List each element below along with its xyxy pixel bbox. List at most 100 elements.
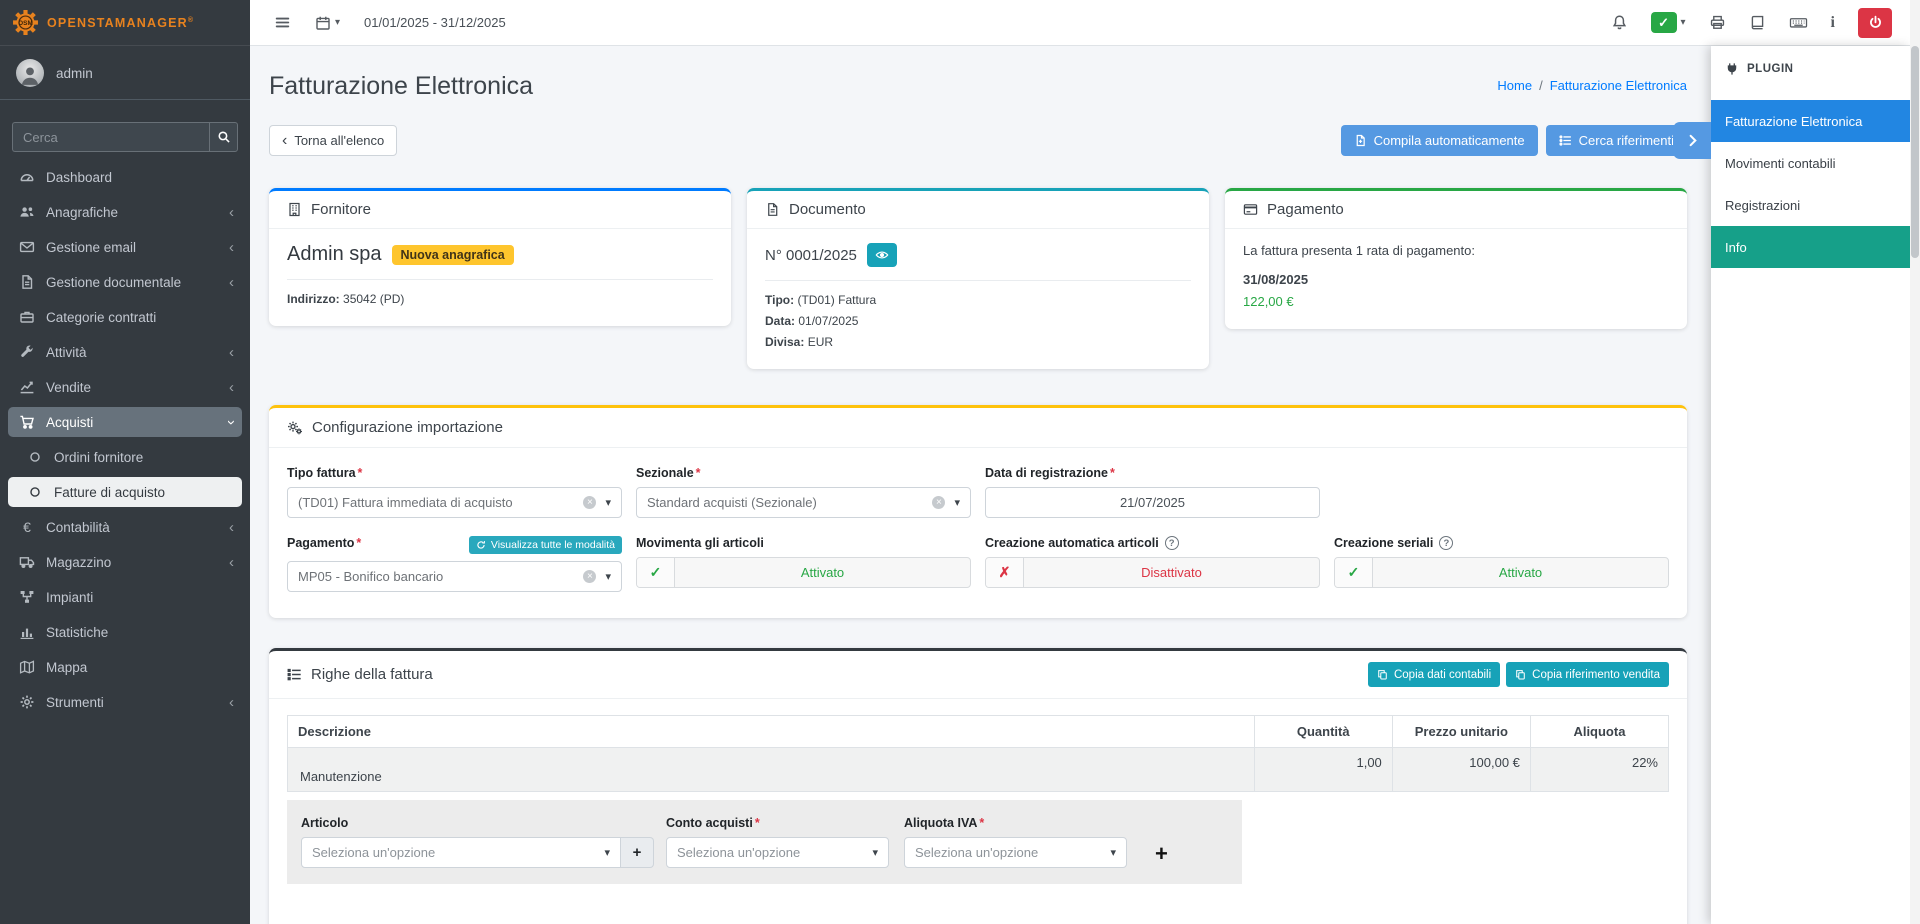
sidebar-divider bbox=[0, 99, 250, 100]
purchase-account-select[interactable]: Seleziona un'opzione ▾ bbox=[666, 837, 889, 868]
app-root: OSM OpenSTAManager® admin Dashboard bbox=[0, 0, 1920, 924]
topbar-left: ▾ 01/01/2025 - 31/12/2025 bbox=[274, 14, 506, 31]
sidebar-item-ordini-fornitore[interactable]: Ordini fornitore bbox=[8, 442, 242, 472]
date-range[interactable]: 01/01/2025 - 31/12/2025 bbox=[364, 15, 506, 30]
document-card-body: N° 0001/2025 Tipo: (TD01) Fattura Data: … bbox=[747, 229, 1209, 369]
topbar: ▾ 01/01/2025 - 31/12/2025 ✓ ▾ i bbox=[250, 0, 1920, 46]
scrollbar-thumb[interactable] bbox=[1911, 46, 1919, 258]
caret-down-icon: ▾ bbox=[605, 496, 611, 509]
registration-date-input[interactable] bbox=[985, 487, 1320, 518]
topbar-right: ✓ ▾ i bbox=[1611, 8, 1892, 38]
copy-sale-reference-button[interactable]: Copia riferimento vendita bbox=[1506, 662, 1669, 687]
chevron-left-icon: ‹ bbox=[282, 133, 287, 149]
breadcrumb-separator: / bbox=[1539, 78, 1543, 93]
view-xml-button[interactable] bbox=[867, 243, 897, 267]
import-config-section: Configurazione importazione Tipo fattura… bbox=[269, 405, 1687, 618]
article-select[interactable]: Seleziona un'opzione ▾ bbox=[301, 837, 621, 868]
print-button[interactable] bbox=[1709, 14, 1726, 31]
search-input[interactable] bbox=[12, 122, 209, 152]
add-article-button[interactable]: + bbox=[621, 837, 654, 868]
sidebar-item-categorie-contratti[interactable]: Categorie contratti bbox=[8, 302, 242, 332]
notifications-button[interactable] bbox=[1611, 14, 1628, 31]
system-status-button[interactable]: ✓ ▾ bbox=[1651, 12, 1686, 33]
sidebar-menu: Dashboard Anagrafiche ‹ Gestione email ‹… bbox=[0, 162, 250, 717]
vat-rate-select[interactable]: Seleziona un'opzione ▾ bbox=[904, 837, 1127, 868]
plugin-tab-info[interactable]: Info bbox=[1711, 226, 1910, 268]
page-head: Fatturazione Elettronica Home / Fatturaz… bbox=[269, 72, 1687, 101]
copy-accounting-data-button[interactable]: Copia dati contabili bbox=[1368, 662, 1500, 687]
divider bbox=[287, 279, 713, 280]
plugin-tab-fatturazione-elettronica[interactable]: Fatturazione Elettronica bbox=[1711, 100, 1910, 142]
sidebar-item-gestione-email[interactable]: Gestione email ‹ bbox=[8, 232, 242, 262]
sidebar-item-magazzino[interactable]: Magazzino ‹ bbox=[8, 547, 242, 577]
page-title: Fatturazione Elettronica bbox=[269, 72, 533, 101]
sidebar-item-impianti[interactable]: Impianti bbox=[8, 582, 242, 612]
building-icon bbox=[287, 202, 302, 217]
show-all-payment-modes-button[interactable]: Visualizza tutte le modalità bbox=[469, 536, 622, 554]
sidebar-item-fatture-di-acquisto[interactable]: Fatture di acquisto bbox=[8, 477, 242, 507]
plugin-tab-movimenti-contabili[interactable]: Movimenti contabili bbox=[1711, 142, 1910, 184]
sectional-select[interactable]: Standard acquisti (Sezionale) × ▾ bbox=[636, 487, 971, 518]
invoice-rows-table: Descrizione Quantità Prezzo unitario Ali… bbox=[287, 715, 1669, 792]
cart-icon bbox=[16, 414, 38, 430]
sidebar-item-vendite[interactable]: Vendite ‹ bbox=[8, 372, 242, 402]
table-row[interactable]: Manutenzione 1,00 100,00 € 22% bbox=[288, 748, 1669, 792]
autofill-button[interactable]: Compila automaticamente bbox=[1341, 125, 1538, 156]
breadcrumb: Home / Fatturazione Elettronica bbox=[1497, 78, 1687, 93]
invoice-type-select[interactable]: (TD01) Fattura immediata di acquisto × ▾ bbox=[287, 487, 622, 518]
page-scrollbar[interactable] bbox=[1910, 0, 1920, 924]
clear-icon[interactable]: × bbox=[583, 496, 596, 509]
invoice-rows-section: Righe della fattura Copia dati contabili… bbox=[269, 648, 1687, 924]
row-vat: 22% bbox=[1530, 748, 1668, 792]
document-number: N° 0001/2025 bbox=[765, 247, 857, 264]
clear-icon[interactable]: × bbox=[583, 570, 596, 583]
document-card-header: Documento bbox=[747, 191, 1209, 229]
tachometer-icon bbox=[16, 169, 38, 185]
breadcrumb-current-link[interactable]: Fatturazione Elettronica bbox=[1550, 78, 1687, 93]
logout-button[interactable] bbox=[1858, 8, 1892, 38]
payment-method-select[interactable]: MP05 - Bonifico bancario × ▾ bbox=[287, 561, 622, 592]
auto-create-articles-toggle[interactable]: ✗ Disattivato bbox=[985, 557, 1320, 588]
supplier-address: Indirizzo: 35042 (PD) bbox=[287, 292, 713, 306]
chevron-left-icon: ‹ bbox=[229, 205, 234, 220]
eye-icon bbox=[875, 248, 889, 262]
row-description: Manutenzione bbox=[288, 748, 1255, 792]
chevron-left-icon: ‹ bbox=[229, 695, 234, 710]
sidebar-item-dashboard[interactable]: Dashboard bbox=[8, 162, 242, 192]
required-mark: * bbox=[1110, 466, 1115, 480]
plugin-panel-toggle[interactable] bbox=[1673, 122, 1711, 159]
sidebar-item-statistiche[interactable]: Statistiche bbox=[8, 617, 242, 647]
manual-button[interactable] bbox=[1749, 14, 1766, 31]
add-row-button[interactable]: + bbox=[1155, 843, 1168, 865]
payment-due-date: 31/08/2025 bbox=[1243, 272, 1669, 287]
sidebar-item-mappa[interactable]: Mappa bbox=[8, 652, 242, 682]
sidebar-item-label: Impianti bbox=[46, 590, 234, 605]
check-icon: ✓ bbox=[637, 558, 675, 587]
sidebar-item-contabilita[interactable]: € Contabilità ‹ bbox=[8, 512, 242, 542]
breadcrumb-home-link[interactable]: Home bbox=[1497, 78, 1532, 93]
menu-toggle-button[interactable] bbox=[274, 14, 291, 31]
caret-down-icon: ▾ bbox=[335, 17, 340, 28]
sidebar-item-attivita[interactable]: Attività ‹ bbox=[8, 337, 242, 367]
search-button[interactable] bbox=[209, 122, 238, 152]
sidebar-item-strumenti[interactable]: Strumenti ‹ bbox=[8, 687, 242, 717]
shortcuts-button[interactable] bbox=[1789, 14, 1808, 31]
about-button[interactable]: i bbox=[1831, 14, 1835, 32]
sidebar-item-anagrafiche[interactable]: Anagrafiche ‹ bbox=[8, 197, 242, 227]
search-references-button[interactable]: Cerca riferimenti bbox=[1546, 125, 1687, 156]
brand[interactable]: OSM OpenSTAManager® bbox=[0, 0, 250, 46]
plugin-tab-registrazioni[interactable]: Registrazioni bbox=[1711, 184, 1910, 226]
period-picker-button[interactable]: ▾ bbox=[315, 15, 340, 31]
supplier-card-header: Fornitore bbox=[269, 191, 731, 229]
file-import-icon bbox=[1354, 134, 1367, 147]
sidebar-item-acquisti[interactable]: Acquisti › bbox=[8, 407, 242, 437]
column-header-vat: Aliquota bbox=[1530, 716, 1668, 748]
user-row[interactable]: admin bbox=[0, 46, 250, 99]
move-articles-toggle[interactable]: ✓ Attivato bbox=[636, 557, 971, 588]
serials-toggle[interactable]: ✓ Attivato bbox=[1334, 557, 1669, 588]
clear-icon[interactable]: × bbox=[932, 496, 945, 509]
back-to-list-button[interactable]: ‹ Torna all'elenco bbox=[269, 125, 397, 156]
circle-icon bbox=[24, 450, 46, 464]
avatar bbox=[16, 59, 44, 87]
sidebar-item-gestione-documentale[interactable]: Gestione documentale ‹ bbox=[8, 267, 242, 297]
